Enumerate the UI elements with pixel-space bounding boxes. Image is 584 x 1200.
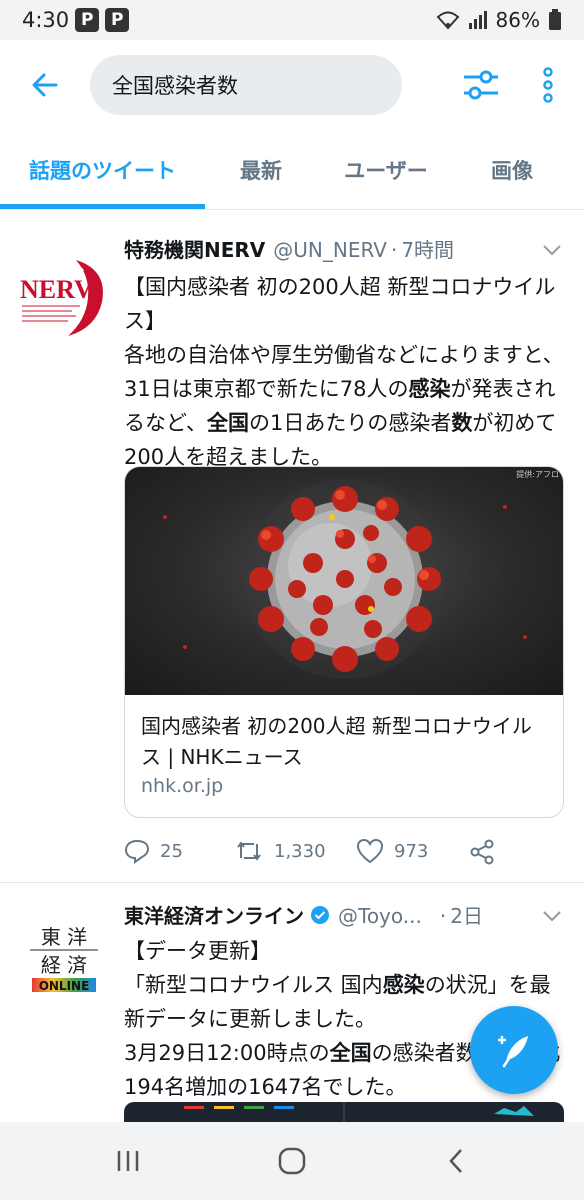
home-button[interactable] — [262, 1138, 322, 1184]
tweet-text-highlight: 全国 — [206, 411, 249, 435]
avatar-text: 経 済 — [41, 953, 87, 977]
wifi-icon — [436, 11, 459, 30]
tweet-time: 7時間 — [401, 238, 455, 262]
tab-latest[interactable]: 最新 — [215, 130, 307, 210]
compose-tweet-button[interactable] — [470, 1006, 558, 1094]
toyokeizai-logo: 東 洋 経 済 ONLINE — [18, 914, 110, 1006]
system-nav-bar — [0, 1122, 584, 1200]
tweet-body: 特務機関NERV @UN_NERV · 7時間 【国内感染者 初の200人超 新… — [124, 234, 564, 474]
battery-percent: 86% — [495, 8, 540, 32]
tweet-separator: · — [439, 904, 447, 928]
app-notification-icon: P — [105, 8, 130, 32]
chart-preview-thumbnail — [184, 1102, 534, 1122]
avatar[interactable]: NERV — [18, 250, 110, 342]
avatar-text: ONLINE — [39, 979, 90, 993]
home-icon — [278, 1147, 306, 1175]
recents-icon — [117, 1151, 139, 1171]
tab-images[interactable]: 画像 — [470, 130, 554, 210]
tweet-text-segment: の1日あたりの感染者 — [248, 411, 452, 435]
status-bar: 4:30 P P 86% — [0, 0, 584, 40]
back-arrow-icon — [32, 73, 58, 97]
status-time: 4:30 — [22, 8, 70, 32]
chevron-down-icon[interactable] — [540, 238, 564, 262]
top-bar: 全国感染者数 — [0, 40, 584, 130]
search-filter-button[interactable] — [456, 60, 506, 110]
image-credit: 提供:アフロ — [516, 470, 559, 479]
card-image: 提供:アフロ — [125, 467, 563, 695]
tweet-text: 【国内感染者 初の200人超 新型コロナウイルス】 各地の自治体や厚生労働省など… — [124, 270, 564, 474]
back-button[interactable] — [0, 40, 90, 130]
virus-illustration — [163, 479, 527, 679]
like-count: 973 — [394, 840, 429, 862]
retweet-button[interactable]: 1,330 — [234, 838, 326, 864]
tweet-header: 特務機関NERV @UN_NERV · 7時間 — [124, 234, 564, 264]
tweet-text-highlight: 数 — [451, 411, 473, 435]
tweet-text-segment: 「新型コロナウイルス 国内 — [124, 973, 383, 997]
search-query: 全国感染者数 — [112, 74, 238, 98]
tweet-text-segment: 【データ更新】 — [124, 939, 271, 963]
chevron-down-icon[interactable] — [540, 904, 564, 928]
nerv-logo: NERV — [20, 260, 103, 336]
tweet-separator: · — [390, 238, 398, 262]
like-icon — [356, 838, 384, 864]
tweet-author-handle[interactable]: @UN_NERV — [273, 238, 387, 262]
reply-button[interactable]: 25 — [124, 838, 183, 864]
system-back-button[interactable] — [426, 1138, 486, 1184]
reply-icon — [124, 839, 150, 864]
avatar-text: 東 洋 — [41, 925, 87, 949]
card-domain: nhk.or.jp — [141, 775, 224, 797]
share-button[interactable] — [468, 838, 496, 866]
tweet-author-name[interactable]: 東洋経済オンライン — [124, 900, 304, 929]
tweet-author-handle[interactable]: @Toyo... — [338, 904, 422, 928]
verified-icon — [311, 906, 329, 924]
tweet-text-highlight: 全国 — [329, 1041, 372, 1065]
search-tabs: 話題のツイート 最新 ユーザー 画像 — [0, 130, 584, 210]
battery-icon — [549, 9, 561, 30]
more-vertical-icon — [543, 67, 553, 103]
signal-icon — [468, 11, 487, 29]
tweet-time: 2日 — [450, 904, 483, 928]
card-title: 国内感染者 初の200人超 新型コロナウイルス | NHKニュース — [141, 714, 532, 769]
avatar[interactable]: 東 洋 経 済 ONLINE — [18, 914, 110, 1006]
more-options-button[interactable] — [530, 60, 566, 110]
tweet-header: 東洋経済オンライン @Toyo... · 2日 — [124, 900, 564, 930]
nav-back-icon — [449, 1149, 462, 1173]
tab-users[interactable]: ユーザー — [325, 130, 447, 210]
retweet-count: 1,330 — [274, 840, 326, 862]
like-button[interactable]: 973 — [356, 838, 428, 864]
tab-top-tweets[interactable]: 話題のツイート — [0, 130, 205, 210]
tweet-text-segment: 【国内感染者 初の200人超 新型コロナウイルス】 — [124, 275, 556, 333]
tweet-text-highlight: 感染 — [382, 973, 425, 997]
link-card[interactable]: 提供:アフロ 国内感染者 初の200人超 新型コロナウイルス | NHKニュース… — [124, 466, 564, 818]
media-preview[interactable] — [124, 1102, 564, 1122]
avatar-text: NERV — [20, 275, 93, 304]
tweet-text-segment: 3月29日12:00時点の — [124, 1041, 330, 1065]
tweet[interactable]: NERV 特務機関NERV @UN_NERV · 7時間 【国内感染者 初の20… — [0, 218, 584, 883]
app-notification-icon: P — [75, 8, 100, 32]
retweet-icon — [237, 841, 261, 861]
tweet-actions: 25 1,330 973 — [124, 838, 564, 868]
tweet-author-name[interactable]: 特務機関NERV — [124, 234, 265, 263]
filter-icon — [464, 70, 498, 100]
tweet-text-highlight: 感染 — [408, 377, 451, 401]
recents-button[interactable] — [98, 1138, 158, 1184]
reply-count: 25 — [160, 840, 183, 862]
compose-icon — [498, 1036, 528, 1068]
search-input[interactable]: 全国感染者数 — [90, 55, 402, 115]
active-tab-indicator — [0, 204, 205, 209]
share-icon — [470, 839, 494, 865]
